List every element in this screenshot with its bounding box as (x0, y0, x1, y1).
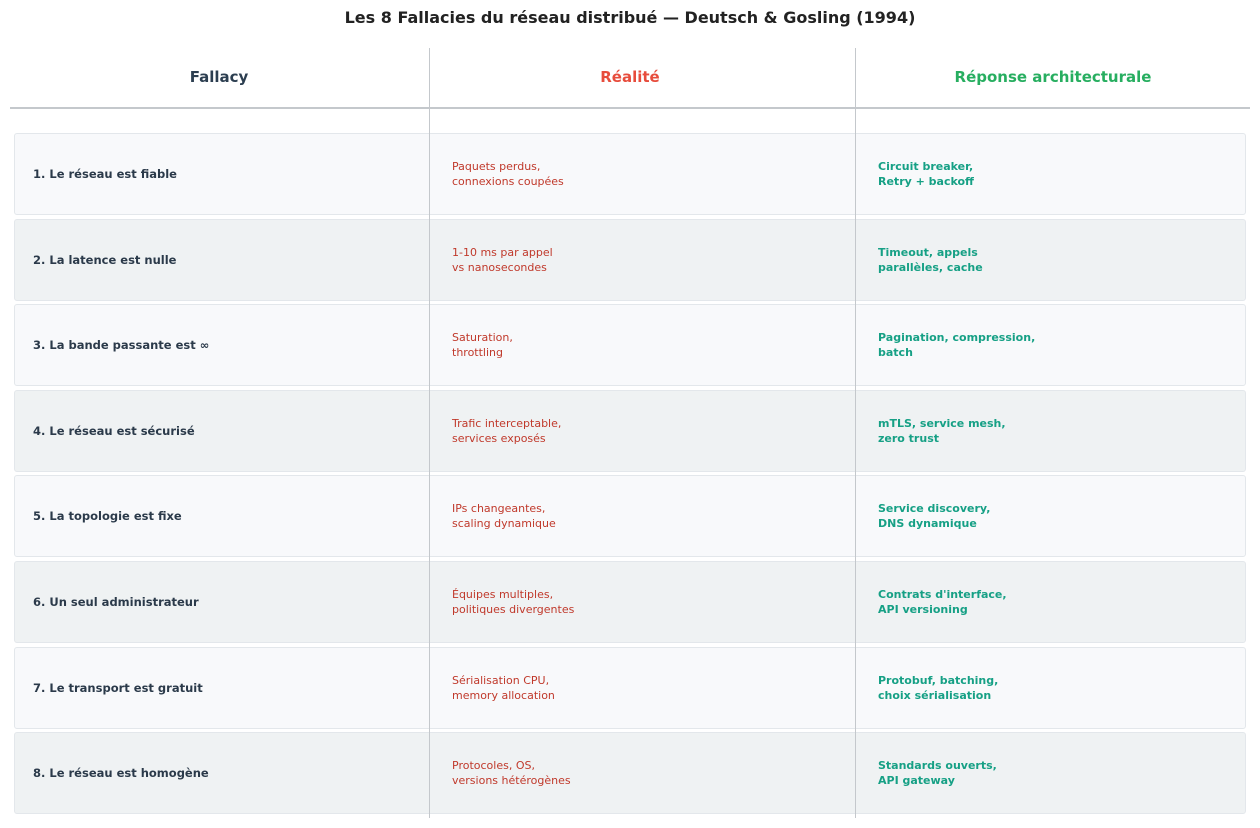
response-cell: Circuit breaker, Retry + backoff (878, 160, 974, 188)
reality-cell: 1-10 ms par appel vs nanosecondes (452, 245, 553, 274)
column-divider-1 (429, 48, 430, 818)
response-cell: Timeout, appels parallèles, cache (878, 245, 983, 274)
response-cell: Service discovery, DNS dynamique (878, 502, 991, 531)
response-cell: Contrats d'interface, API versioning (878, 588, 1007, 616)
reality-cell: Trafic interceptable, services exposés (452, 416, 562, 445)
fallacy-cell: 3. La bande passante est ∞ (33, 338, 210, 353)
table-row: 3. La bande passante est ∞ Saturation, th… (14, 304, 1246, 387)
header-reality: Réalité (600, 68, 660, 86)
header-fallacy: Fallacy (189, 68, 249, 86)
fallacy-cell: 8. Le réseau est homogène (33, 766, 209, 781)
fallacy-cell: 5. La topologie est fixe (33, 509, 182, 524)
column-divider-2 (855, 48, 856, 818)
header-response: Réponse architecturale (954, 68, 1152, 86)
reality-cell: Saturation, throttling (452, 331, 513, 360)
response-cell: mTLS, service mesh, zero trust (878, 416, 1006, 445)
table-row: 2. La latence est nulle 1-10 ms par appel… (14, 218, 1246, 301)
table-row: 7. Le transport est gratuit Sérialisation… (14, 646, 1246, 729)
response-cell: Pagination, compression, batch (878, 331, 1036, 360)
table-row: 8. Le réseau est homogène Protocoles, OS,… (14, 732, 1246, 815)
fallacy-cell: 7. Le transport est gratuit (33, 680, 203, 695)
table-row: 6. Un seul administrateur Équipes multipl… (14, 561, 1246, 643)
reality-cell: Paquets perdus, connexions coupées (452, 160, 564, 188)
fallacy-cell: 1. Le réseau est fiable (33, 167, 177, 181)
header-divider (10, 107, 1250, 109)
reality-cell: IPs changeantes, scaling dynamique (452, 502, 556, 531)
page-title: Les 8 Fallacies du réseau distribué — De… (344, 8, 916, 27)
fallacy-cell: 2. La latence est nulle (33, 252, 177, 267)
reality-cell: Équipes multiples, politiques divergente… (452, 588, 575, 616)
reality-cell: Sérialisation CPU, memory allocation (452, 673, 555, 702)
table-row: 4. Le réseau est sécurisé Trafic intercep… (14, 389, 1246, 472)
fallacy-cell: 6. Un seul administrateur (33, 595, 199, 609)
response-cell: Standards ouverts, API gateway (878, 759, 997, 788)
reality-cell: Protocoles, OS, versions hétérogènes (452, 759, 571, 788)
table-row: 5. La topologie est fixe IPs changeantes,… (14, 475, 1246, 558)
response-cell: Protobuf, batching, choix sérialisation (878, 673, 999, 702)
fallacy-cell: 4. Le réseau est sécurisé (33, 423, 195, 438)
table-header: Fallacy Réalité Réponse architecturale (10, 48, 1250, 106)
table-row: 1. Le réseau est fiable Paquets perdus, c… (14, 133, 1246, 215)
